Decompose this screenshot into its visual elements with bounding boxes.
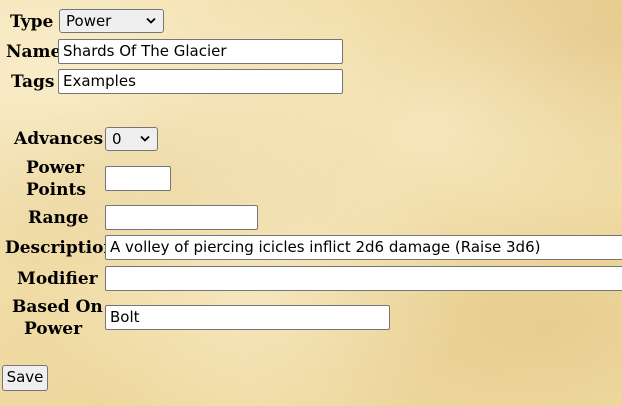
based-on-power-input[interactable]: Bolt bbox=[105, 305, 390, 330]
based-on-power-label: Based On Power bbox=[12, 296, 103, 340]
modifier-label: Modifier bbox=[17, 269, 98, 289]
advances-select-value: 0 bbox=[112, 130, 122, 148]
advances-select[interactable]: 0 bbox=[105, 127, 158, 151]
description-label: Description bbox=[5, 238, 116, 258]
name-input[interactable]: Shards Of The Glacier bbox=[58, 39, 343, 64]
name-label: Name bbox=[6, 42, 62, 62]
tags-label: Tags bbox=[11, 72, 55, 92]
based-on-power-label-line2: Power bbox=[23, 319, 83, 339]
type-select-value: Power bbox=[66, 12, 112, 30]
description-input[interactable]: A volley of piercing icicles inflict 2d6… bbox=[105, 235, 622, 260]
range-label: Range bbox=[28, 208, 89, 228]
type-select[interactable]: Power bbox=[59, 9, 164, 33]
power-points-label-line1: Power bbox=[26, 158, 85, 178]
save-button[interactable]: Save bbox=[2, 365, 48, 391]
advances-label: Advances bbox=[14, 129, 104, 149]
chevron-down-icon bbox=[140, 135, 150, 142]
modifier-input[interactable] bbox=[105, 266, 622, 291]
range-input[interactable] bbox=[105, 205, 258, 230]
type-label: Type bbox=[10, 12, 54, 32]
tags-input[interactable]: Examples bbox=[58, 69, 343, 94]
based-on-power-label-line1: Based On bbox=[12, 297, 103, 317]
power-points-label: Power Points bbox=[26, 157, 86, 201]
power-points-input[interactable] bbox=[105, 166, 171, 191]
chevron-down-icon bbox=[146, 17, 156, 24]
power-points-label-line2: Points bbox=[26, 180, 86, 200]
